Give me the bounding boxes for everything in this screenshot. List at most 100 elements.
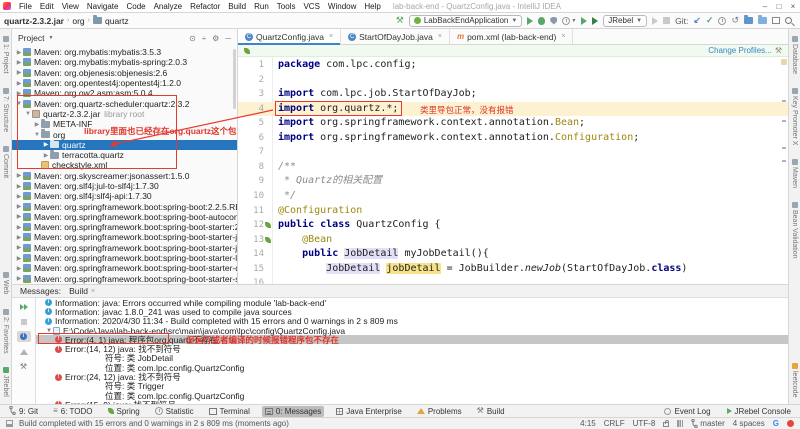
locate-file-icon[interactable]: ⊙: [189, 34, 196, 43]
change-profiles-link[interactable]: Change Profiles... ⚒: [708, 46, 782, 55]
jrebel-debug-button[interactable]: [592, 17, 598, 25]
close-icon[interactable]: ×: [329, 33, 333, 40]
tree-item[interactable]: checkstyle.xml: [12, 160, 237, 170]
chevron-down-icon[interactable]: ▼: [48, 35, 53, 41]
chevron-collapsed-icon[interactable]: ▶: [15, 213, 23, 220]
chevron-expanded-icon[interactable]: ▼: [33, 132, 41, 138]
code-line[interactable]: 2: [238, 73, 788, 88]
code-line[interactable]: 14 public JobDetail myJobDetail(){: [238, 247, 788, 262]
run-button[interactable]: [527, 17, 533, 25]
spring-bean-gutter-icon[interactable]: [265, 237, 271, 243]
tool-stripe-button-jrebel[interactable]: JRebel: [2, 367, 9, 397]
tree-item[interactable]: ▶Maven: org.springframework.boot:spring-…: [12, 243, 237, 253]
menu-analyze[interactable]: Analyze: [150, 2, 186, 11]
tree-item[interactable]: ▶Maven: org.opentest4j:opentest4j:1.2.0: [12, 78, 237, 88]
menu-file[interactable]: File: [15, 2, 36, 11]
tree-item[interactable]: ▶META-INF: [12, 119, 237, 129]
code-line[interactable]: 10 */: [238, 189, 788, 204]
chevron-collapsed-icon[interactable]: ▶: [15, 265, 23, 272]
breadcrumb-item[interactable]: quartz: [105, 16, 129, 26]
menu-tools[interactable]: Tools: [273, 2, 300, 11]
tree-item[interactable]: ▶Maven: org.springframework.boot:spring-…: [12, 222, 237, 232]
coverage-button[interactable]: [550, 17, 557, 25]
chevron-expanded-icon[interactable]: ▼: [45, 328, 53, 334]
chevron-collapsed-icon[interactable]: ▶: [42, 152, 50, 159]
tree-item[interactable]: ▶Maven: org.objenesis:objenesis:2.6: [12, 68, 237, 78]
notification-bell-icon[interactable]: [787, 420, 794, 427]
code-line[interactable]: 16: [238, 276, 788, 284]
tool-window-tab-spring[interactable]: Spring: [105, 406, 143, 417]
rerun-build-button[interactable]: [17, 301, 31, 312]
close-icon[interactable]: ×: [91, 288, 95, 295]
chevron-collapsed-icon[interactable]: ▶: [15, 275, 23, 282]
tree-item[interactable]: ▶Maven: org.mybatis:mybatis-spring:2.0.3: [12, 57, 237, 67]
indent-setting[interactable]: 4 spaces: [733, 419, 765, 428]
code-line[interactable]: 1package com.lpc.config;: [238, 58, 788, 73]
tool-window-tab-java-enterprise[interactable]: Java Enterprise: [333, 406, 405, 417]
history-button[interactable]: [718, 17, 726, 25]
menu-view[interactable]: View: [58, 2, 83, 11]
chevron-collapsed-icon[interactable]: ▶: [15, 59, 23, 66]
code-line[interactable]: 5import org.springframework.context.anno…: [238, 116, 788, 131]
chevron-collapsed-icon[interactable]: ▶: [15, 255, 23, 262]
revert-button[interactable]: ↺: [731, 16, 739, 25]
code-line[interactable]: 6import org.springframework.context.anno…: [238, 131, 788, 146]
breadcrumb-item[interactable]: org: [72, 16, 84, 26]
close-icon[interactable]: ×: [561, 33, 565, 40]
menu-code[interactable]: Code: [122, 2, 149, 11]
tool-stripe-button-database[interactable]: Database: [791, 36, 798, 74]
event-log-button[interactable]: Event Log: [661, 406, 713, 417]
tool-stripe-button-2-favorites[interactable]: 2: Favorites: [2, 309, 9, 354]
tree-item[interactable]: ▶Maven: org.slf4j:slf4j-api:1.7.30: [12, 191, 237, 201]
jrebel-run-button[interactable]: [581, 17, 587, 25]
translation-plugin-icon[interactable]: G: [773, 419, 779, 428]
tool-window-tab-terminal[interactable]: Terminal: [206, 406, 253, 417]
line-ending[interactable]: CRLF: [604, 419, 625, 428]
menu-build[interactable]: Build: [224, 2, 250, 11]
tool-window-tab-build[interactable]: ⚒Build: [474, 406, 508, 417]
close-button[interactable]: ×: [786, 2, 800, 11]
tree-item[interactable]: ▼quartz-2.3.2.jarlibrary root: [12, 109, 237, 119]
code-editor[interactable]: 1package com.lpc.config;23import com.lpc…: [238, 57, 788, 284]
git-branch-widget[interactable]: master: [691, 419, 724, 428]
tool-stripe-button-bean-validation[interactable]: Bean Validation: [791, 202, 798, 259]
tool-window-tab-9-git[interactable]: 9: Git: [6, 406, 41, 417]
tool-stripe-button-key-promoter-x[interactable]: Key Promoter X: [791, 88, 798, 145]
tool-stripe-button-commit[interactable]: Commit: [2, 146, 9, 178]
restore-layout-icon[interactable]: [772, 17, 780, 24]
message-row[interactable]: iInformation: 2020/4/30 11:34 - Build co…: [36, 317, 788, 326]
jrebel-select[interactable]: JRebel ▼: [603, 15, 647, 27]
project-scrollbar[interactable]: [233, 49, 236, 109]
chevron-collapsed-icon[interactable]: ▶: [15, 203, 23, 210]
tool-stripe-button-leetcode[interactable]: leetcode: [791, 363, 798, 397]
chevron-expanded-icon[interactable]: ▼: [24, 111, 32, 117]
chevron-collapsed-icon[interactable]: ▶: [15, 80, 23, 87]
tool-windows-toggle-icon[interactable]: [6, 420, 13, 427]
tool-stripe-button-web[interactable]: Web: [2, 272, 9, 294]
tool-stripe-button-7-structure[interactable]: 7: Structure: [2, 88, 9, 132]
jrebel-console-button[interactable]: JRebel Console: [724, 406, 794, 417]
profiler-button[interactable]: ▼: [562, 17, 576, 25]
code-line[interactable]: 12public class QuartzConfig {: [238, 218, 788, 233]
debug-button[interactable]: [538, 17, 545, 25]
code-line[interactable]: 4import org.quartz.*;: [238, 102, 788, 117]
settings-wrench-icon[interactable]: ⚒: [17, 361, 31, 372]
chevron-collapsed-icon[interactable]: ▶: [15, 244, 23, 251]
info-filter-button[interactable]: i: [17, 331, 31, 342]
code-line[interactable]: 3import com.lpc.job.StartOfDayJob;: [238, 87, 788, 102]
tree-item[interactable]: ▼org: [12, 129, 237, 139]
menu-refactor[interactable]: Refactor: [186, 2, 224, 11]
tree-item[interactable]: ▶quartz: [12, 140, 237, 150]
tool-stripe-button-maven[interactable]: Maven: [791, 159, 798, 188]
chevron-expanded-icon[interactable]: ▼: [15, 101, 23, 107]
tool-stripe-button-1-project[interactable]: 1: Project: [2, 36, 9, 74]
menu-run[interactable]: Run: [250, 2, 273, 11]
code-line[interactable]: 9 * Quartz的相关配置: [238, 174, 788, 189]
message-row[interactable]: iInformation: javac 1.8.0_241 was used t…: [36, 307, 788, 316]
tree-item[interactable]: ▶Maven: org.springframework.boot:spring-…: [12, 232, 237, 242]
chevron-collapsed-icon[interactable]: ▶: [15, 183, 23, 190]
maximize-button[interactable]: □: [772, 2, 786, 11]
tree-item[interactable]: ▶terracotta.quartz: [12, 150, 237, 160]
file-encoding[interactable]: UTF-8: [633, 419, 656, 428]
chevron-collapsed-icon[interactable]: ▶: [33, 121, 41, 128]
